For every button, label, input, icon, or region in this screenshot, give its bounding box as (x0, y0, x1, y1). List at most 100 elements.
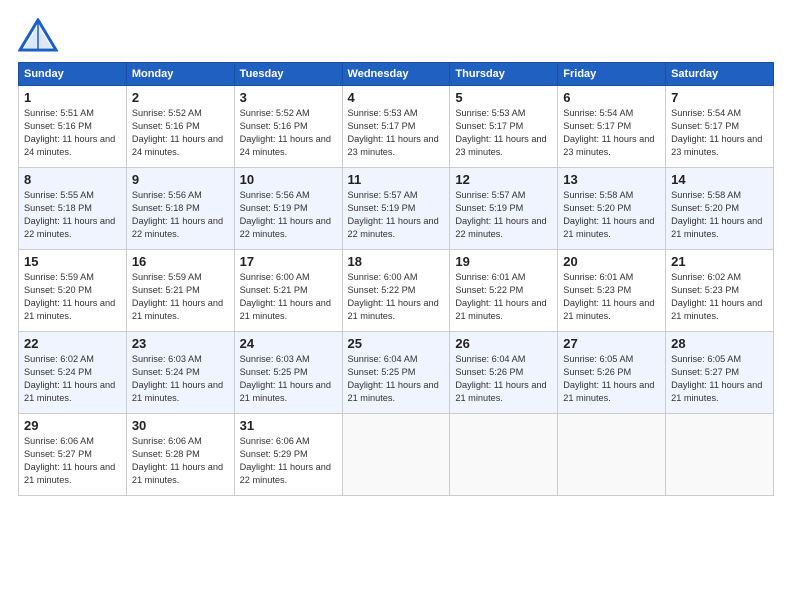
day-info: Sunrise: 6:02 AM Sunset: 5:24 PM Dayligh… (24, 353, 121, 405)
calendar-day-cell: 8 Sunrise: 5:55 AM Sunset: 5:18 PM Daylig… (19, 168, 127, 250)
calendar-day-cell: 2Sunrise: 5:52 AM Sunset: 5:16 PM Daylig… (126, 86, 234, 168)
calendar-day-cell: 4 Sunrise: 5:53 AM Sunset: 5:17 PM Daylig… (342, 86, 450, 168)
calendar-day-cell: 12 Sunrise: 5:57 AM Sunset: 5:19 PM Dayli… (450, 168, 558, 250)
day-info: Sunrise: 5:53 AM Sunset: 5:17 PM Dayligh… (455, 107, 552, 159)
day-info: Sunrise: 6:06 AM Sunset: 5:29 PM Dayligh… (240, 435, 337, 487)
calendar-day-cell: 17 Sunrise: 6:00 AM Sunset: 5:21 PM Dayli… (234, 250, 342, 332)
day-info: Sunrise: 5:51 AM Sunset: 5:16 PM Dayligh… (24, 107, 121, 159)
calendar-header-sunday: Sunday (19, 63, 127, 86)
day-info: Sunrise: 6:00 AM Sunset: 5:22 PM Dayligh… (348, 271, 445, 323)
calendar-day-cell: 22Sunrise: 6:02 AM Sunset: 5:24 PM Dayli… (19, 332, 127, 414)
day-info: Sunrise: 5:57 AM Sunset: 5:19 PM Dayligh… (455, 189, 552, 241)
day-number: 4 (348, 90, 445, 105)
day-number: 30 (132, 418, 229, 433)
day-number: 5 (455, 90, 552, 105)
day-info: Sunrise: 5:55 AM Sunset: 5:18 PM Dayligh… (24, 189, 121, 241)
calendar-day-cell: 9Sunrise: 5:56 AM Sunset: 5:18 PM Daylig… (126, 168, 234, 250)
calendar-day-cell: 6 Sunrise: 5:54 AM Sunset: 5:17 PM Daylig… (558, 86, 666, 168)
calendar-day-cell: 23 Sunrise: 6:03 AM Sunset: 5:24 PM Dayli… (126, 332, 234, 414)
calendar-day-cell: 5 Sunrise: 5:53 AM Sunset: 5:17 PM Daylig… (450, 86, 558, 168)
calendar-day-cell: 26 Sunrise: 6:04 AM Sunset: 5:26 PM Dayli… (450, 332, 558, 414)
calendar-week-row: 15Sunrise: 5:59 AM Sunset: 5:20 PM Dayli… (19, 250, 774, 332)
calendar-day-cell: 25Sunrise: 6:04 AM Sunset: 5:25 PM Dayli… (342, 332, 450, 414)
calendar-header-wednesday: Wednesday (342, 63, 450, 86)
calendar-day-cell: 21 Sunrise: 6:02 AM Sunset: 5:23 PM Dayli… (666, 250, 774, 332)
day-info: Sunrise: 6:00 AM Sunset: 5:21 PM Dayligh… (240, 271, 337, 323)
calendar-day-cell: 24Sunrise: 6:03 AM Sunset: 5:25 PM Dayli… (234, 332, 342, 414)
day-info: Sunrise: 5:58 AM Sunset: 5:20 PM Dayligh… (671, 189, 768, 241)
day-info: Sunrise: 5:54 AM Sunset: 5:17 PM Dayligh… (563, 107, 660, 159)
day-number: 7 (671, 90, 768, 105)
day-info: Sunrise: 5:58 AM Sunset: 5:20 PM Dayligh… (563, 189, 660, 241)
calendar-day-cell: 30 Sunrise: 6:06 AM Sunset: 5:28 PM Dayli… (126, 414, 234, 496)
day-number: 15 (24, 254, 121, 269)
day-number: 19 (455, 254, 552, 269)
day-info: Sunrise: 5:54 AM Sunset: 5:17 PM Dayligh… (671, 107, 768, 159)
calendar-day-cell: 19 Sunrise: 6:01 AM Sunset: 5:22 PM Dayli… (450, 250, 558, 332)
calendar-header-thursday: Thursday (450, 63, 558, 86)
calendar-week-row: 1 Sunrise: 5:51 AM Sunset: 5:16 PM Daylig… (19, 86, 774, 168)
day-number: 28 (671, 336, 768, 351)
calendar-week-row: 29 Sunrise: 6:06 AM Sunset: 5:27 PM Dayli… (19, 414, 774, 496)
day-info: Sunrise: 6:05 AM Sunset: 5:27 PM Dayligh… (671, 353, 768, 405)
calendar-day-cell: 10 Sunrise: 5:56 AM Sunset: 5:19 PM Dayli… (234, 168, 342, 250)
calendar-day-cell: 31 Sunrise: 6:06 AM Sunset: 5:29 PM Dayli… (234, 414, 342, 496)
day-info: Sunrise: 6:06 AM Sunset: 5:28 PM Dayligh… (132, 435, 229, 487)
day-number: 17 (240, 254, 337, 269)
calendar-day-cell (558, 414, 666, 496)
header (18, 18, 774, 54)
calendar-header-friday: Friday (558, 63, 666, 86)
day-number: 29 (24, 418, 121, 433)
day-number: 10 (240, 172, 337, 187)
calendar-day-cell: 14 Sunrise: 5:58 AM Sunset: 5:20 PM Dayli… (666, 168, 774, 250)
day-number: 2 (132, 90, 229, 105)
day-info: Sunrise: 6:04 AM Sunset: 5:26 PM Dayligh… (455, 353, 552, 405)
day-info: Sunrise: 6:01 AM Sunset: 5:23 PM Dayligh… (563, 271, 660, 323)
day-number: 16 (132, 254, 229, 269)
calendar-week-row: 8 Sunrise: 5:55 AM Sunset: 5:18 PM Daylig… (19, 168, 774, 250)
day-info: Sunrise: 5:59 AM Sunset: 5:21 PM Dayligh… (132, 271, 229, 323)
calendar-day-cell: 3 Sunrise: 5:52 AM Sunset: 5:16 PM Daylig… (234, 86, 342, 168)
calendar-header-row: SundayMondayTuesdayWednesdayThursdayFrid… (19, 63, 774, 86)
day-number: 26 (455, 336, 552, 351)
calendar-day-cell: 20Sunrise: 6:01 AM Sunset: 5:23 PM Dayli… (558, 250, 666, 332)
day-info: Sunrise: 5:56 AM Sunset: 5:19 PM Dayligh… (240, 189, 337, 241)
calendar-header-tuesday: Tuesday (234, 63, 342, 86)
logo-icon (18, 18, 58, 54)
day-number: 1 (24, 90, 121, 105)
calendar-day-cell: 27 Sunrise: 6:05 AM Sunset: 5:26 PM Dayli… (558, 332, 666, 414)
calendar-day-cell (666, 414, 774, 496)
day-number: 23 (132, 336, 229, 351)
day-info: Sunrise: 6:05 AM Sunset: 5:26 PM Dayligh… (563, 353, 660, 405)
calendar-header-saturday: Saturday (666, 63, 774, 86)
day-number: 11 (348, 172, 445, 187)
logo (18, 18, 62, 54)
page: SundayMondayTuesdayWednesdayThursdayFrid… (0, 0, 792, 612)
day-info: Sunrise: 5:53 AM Sunset: 5:17 PM Dayligh… (348, 107, 445, 159)
day-number: 21 (671, 254, 768, 269)
day-number: 31 (240, 418, 337, 433)
day-info: Sunrise: 6:03 AM Sunset: 5:24 PM Dayligh… (132, 353, 229, 405)
calendar-day-cell: 7 Sunrise: 5:54 AM Sunset: 5:17 PM Daylig… (666, 86, 774, 168)
day-number: 27 (563, 336, 660, 351)
day-number: 14 (671, 172, 768, 187)
day-number: 8 (24, 172, 121, 187)
calendar-day-cell: 11 Sunrise: 5:57 AM Sunset: 5:19 PM Dayli… (342, 168, 450, 250)
day-number: 3 (240, 90, 337, 105)
calendar-day-cell (342, 414, 450, 496)
calendar-week-row: 22Sunrise: 6:02 AM Sunset: 5:24 PM Dayli… (19, 332, 774, 414)
calendar-table: SundayMondayTuesdayWednesdayThursdayFrid… (18, 62, 774, 496)
calendar-day-cell: 18Sunrise: 6:00 AM Sunset: 5:22 PM Dayli… (342, 250, 450, 332)
day-info: Sunrise: 6:03 AM Sunset: 5:25 PM Dayligh… (240, 353, 337, 405)
calendar-day-cell: 13Sunrise: 5:58 AM Sunset: 5:20 PM Dayli… (558, 168, 666, 250)
day-info: Sunrise: 5:57 AM Sunset: 5:19 PM Dayligh… (348, 189, 445, 241)
day-info: Sunrise: 6:02 AM Sunset: 5:23 PM Dayligh… (671, 271, 768, 323)
day-number: 12 (455, 172, 552, 187)
day-number: 6 (563, 90, 660, 105)
calendar-day-cell: 15Sunrise: 5:59 AM Sunset: 5:20 PM Dayli… (19, 250, 127, 332)
calendar-day-cell (450, 414, 558, 496)
day-info: Sunrise: 6:06 AM Sunset: 5:27 PM Dayligh… (24, 435, 121, 487)
day-number: 9 (132, 172, 229, 187)
day-info: Sunrise: 6:01 AM Sunset: 5:22 PM Dayligh… (455, 271, 552, 323)
day-info: Sunrise: 5:52 AM Sunset: 5:16 PM Dayligh… (240, 107, 337, 159)
